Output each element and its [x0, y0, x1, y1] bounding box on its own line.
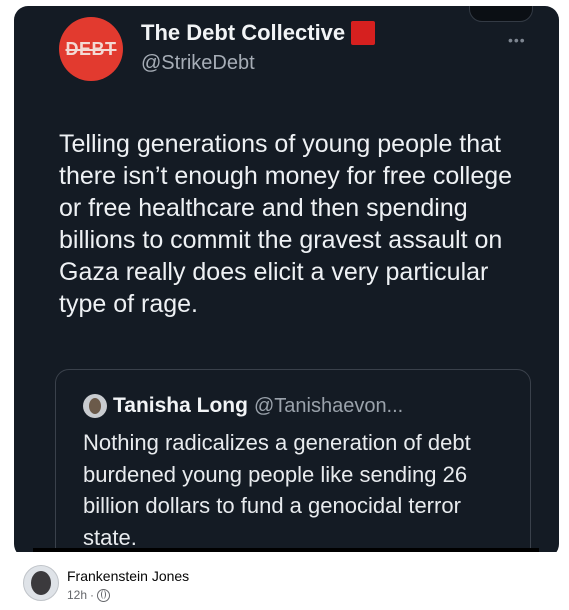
- tweet-text: Telling generations of young people that…: [59, 130, 513, 318]
- author-handle[interactable]: @StrikeDebt: [141, 52, 255, 75]
- author-name-row: The Debt Collective: [141, 20, 376, 46]
- quoted-avatar[interactable]: [83, 394, 107, 418]
- meta-separator: ·: [90, 588, 95, 602]
- author-name[interactable]: The Debt Collective: [141, 20, 345, 46]
- globe-icon: [97, 588, 111, 602]
- avatar-logo-text: DEBT: [65, 38, 117, 59]
- post-time[interactable]: 12h: [67, 588, 87, 602]
- red-square-icon: [351, 21, 376, 45]
- screenshot-frame: DEBT The Debt Collective @StrikeDebt •••…: [6, 6, 567, 558]
- top-pill: [469, 6, 533, 22]
- quoted-text: Nothing radicalizes a generation of debt…: [83, 430, 471, 550]
- poster-name[interactable]: Frankenstein Jones: [67, 568, 189, 584]
- more-options-icon[interactable]: •••: [508, 32, 526, 48]
- quoted-tweet[interactable]: Tanisha Long @Tanishaevon... Nothing rad…: [55, 369, 531, 558]
- quoted-header: Tanisha Long @Tanishaevon...: [83, 394, 403, 418]
- poster-avatar[interactable]: [23, 565, 59, 601]
- author-avatar[interactable]: DEBT: [59, 17, 123, 81]
- post-meta: 12h ·: [67, 588, 111, 602]
- quoted-author-name[interactable]: Tanisha Long: [113, 394, 248, 418]
- tweet-card[interactable]: DEBT The Debt Collective @StrikeDebt •••…: [14, 6, 559, 558]
- quoted-author-handle[interactable]: @Tanishaevon...: [254, 395, 403, 418]
